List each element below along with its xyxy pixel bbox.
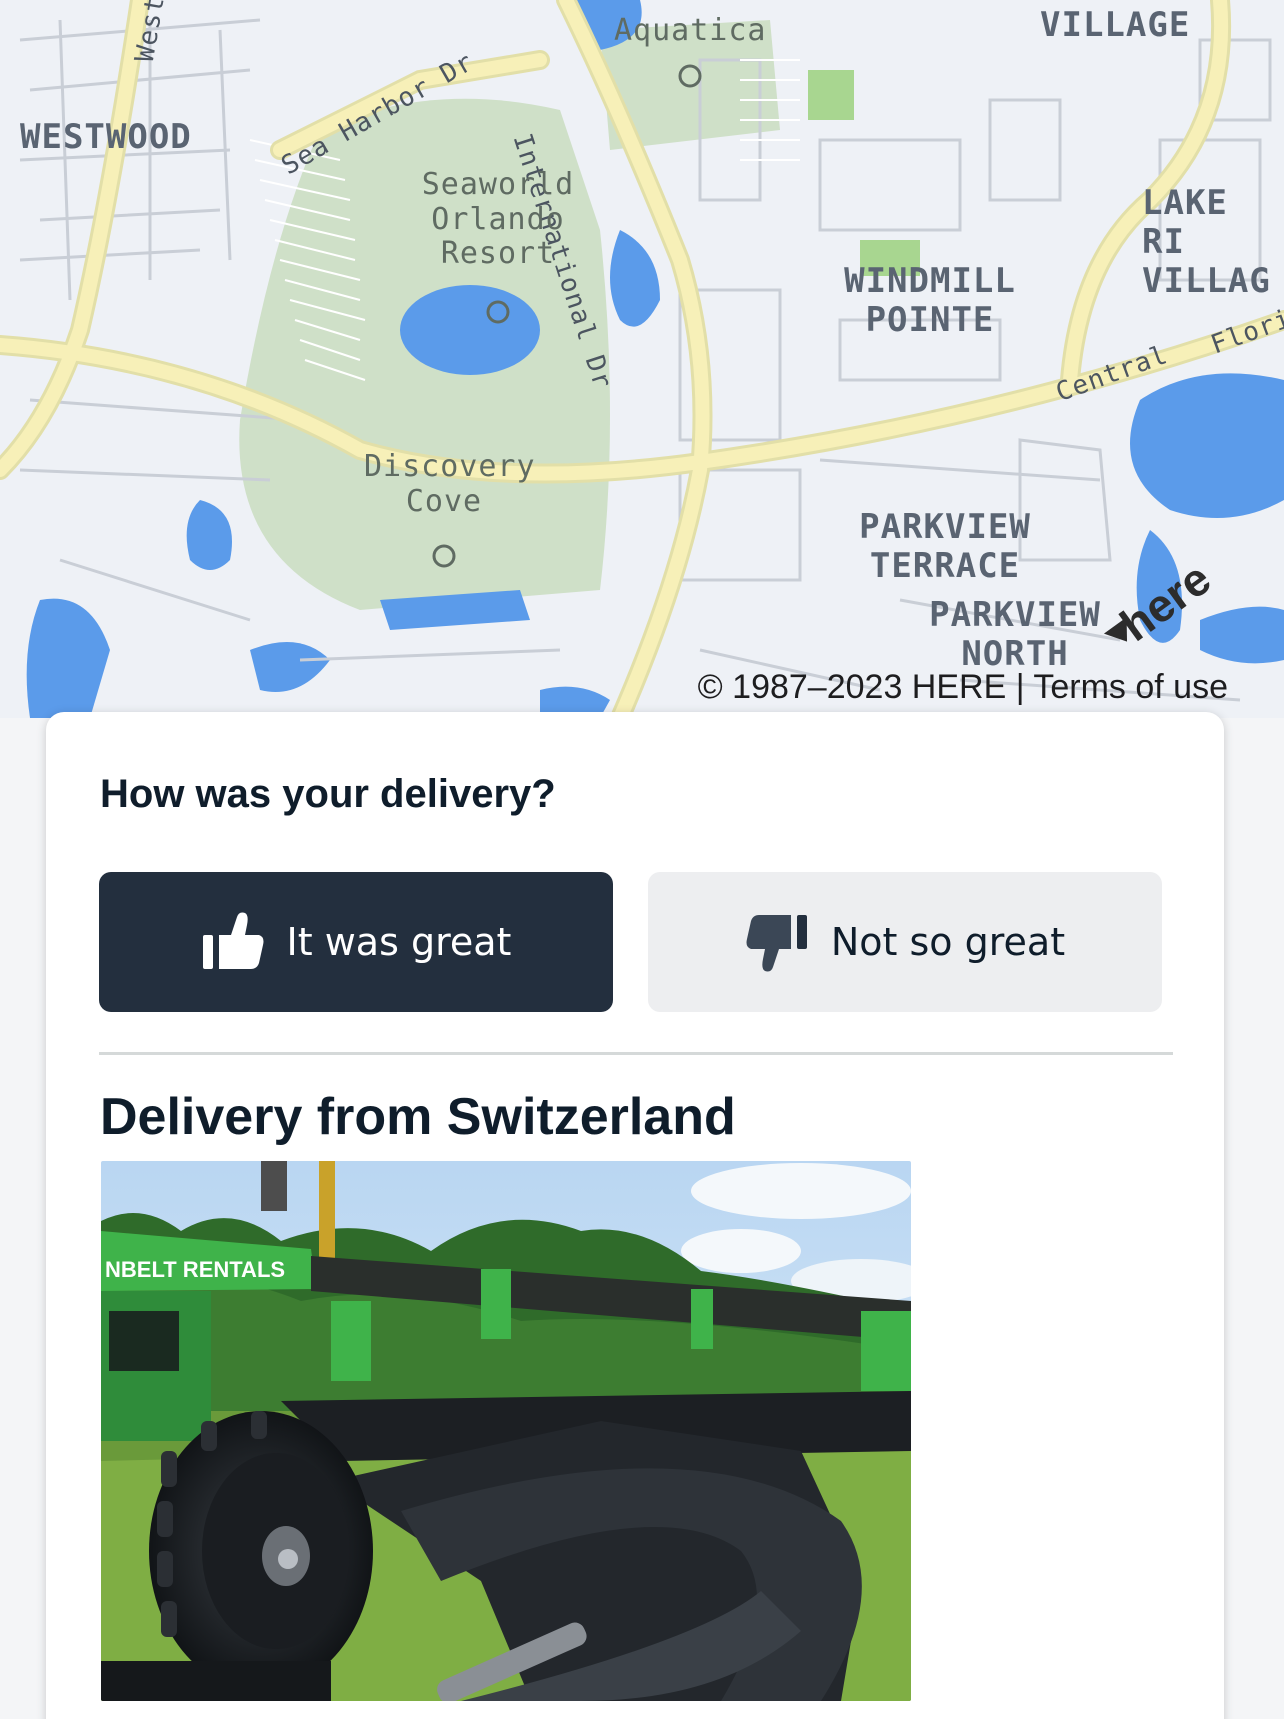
feedback-question: How was your delivery? [100, 772, 556, 816]
map-label-village: VILLAGE [1040, 5, 1191, 45]
map-view[interactable]: West WESTWOOD Sea Harbor Dr Internationa… [0, 0, 1284, 718]
lake-seaworld [400, 285, 540, 375]
section-divider [99, 1052, 1173, 1055]
map-label-lake-ri: LAKE RI VILLAG [1142, 183, 1271, 302]
not-so-great-label: Not so great [830, 920, 1066, 964]
it-was-great-button[interactable]: It was great [99, 872, 613, 1012]
delivery-photo[interactable]: NBELT RENTALS [101, 1161, 911, 1701]
delivery-feedback-card: How was your delivery? It was great Not … [46, 712, 1224, 1719]
map-label-parkview-north: PARKVIEW NORTH [929, 595, 1101, 675]
thumbs-down-icon [746, 915, 807, 972]
it-was-great-label: It was great [286, 920, 512, 964]
map-copyright-link[interactable]: © 1987–2023 HERE | Terms of use [698, 668, 1228, 707]
not-so-great-button[interactable]: Not so great [648, 872, 1162, 1012]
water-8 [1130, 373, 1284, 518]
green-patch [808, 70, 854, 120]
map-label-windmill: WINDMILL POINTE [844, 261, 1016, 341]
map-label-aquatica: Aquatica [614, 13, 767, 48]
svg-text:NBELT RENTALS: NBELT RENTALS [105, 1257, 285, 1282]
delivery-photo-image: NBELT RENTALS [101, 1161, 911, 1701]
map-label-parkview-terrace: PARKVIEW TERRACE [859, 507, 1031, 587]
map-label-discovery: Discovery Cove [364, 449, 536, 519]
thumbs-up-icon [202, 912, 264, 969]
delivery-origin-title: Delivery from Switzerland [100, 1088, 736, 1146]
map-label-seaworld: Seaworld Orlando Resort [421, 167, 575, 271]
map-label-westwood: WESTWOOD [20, 117, 192, 157]
